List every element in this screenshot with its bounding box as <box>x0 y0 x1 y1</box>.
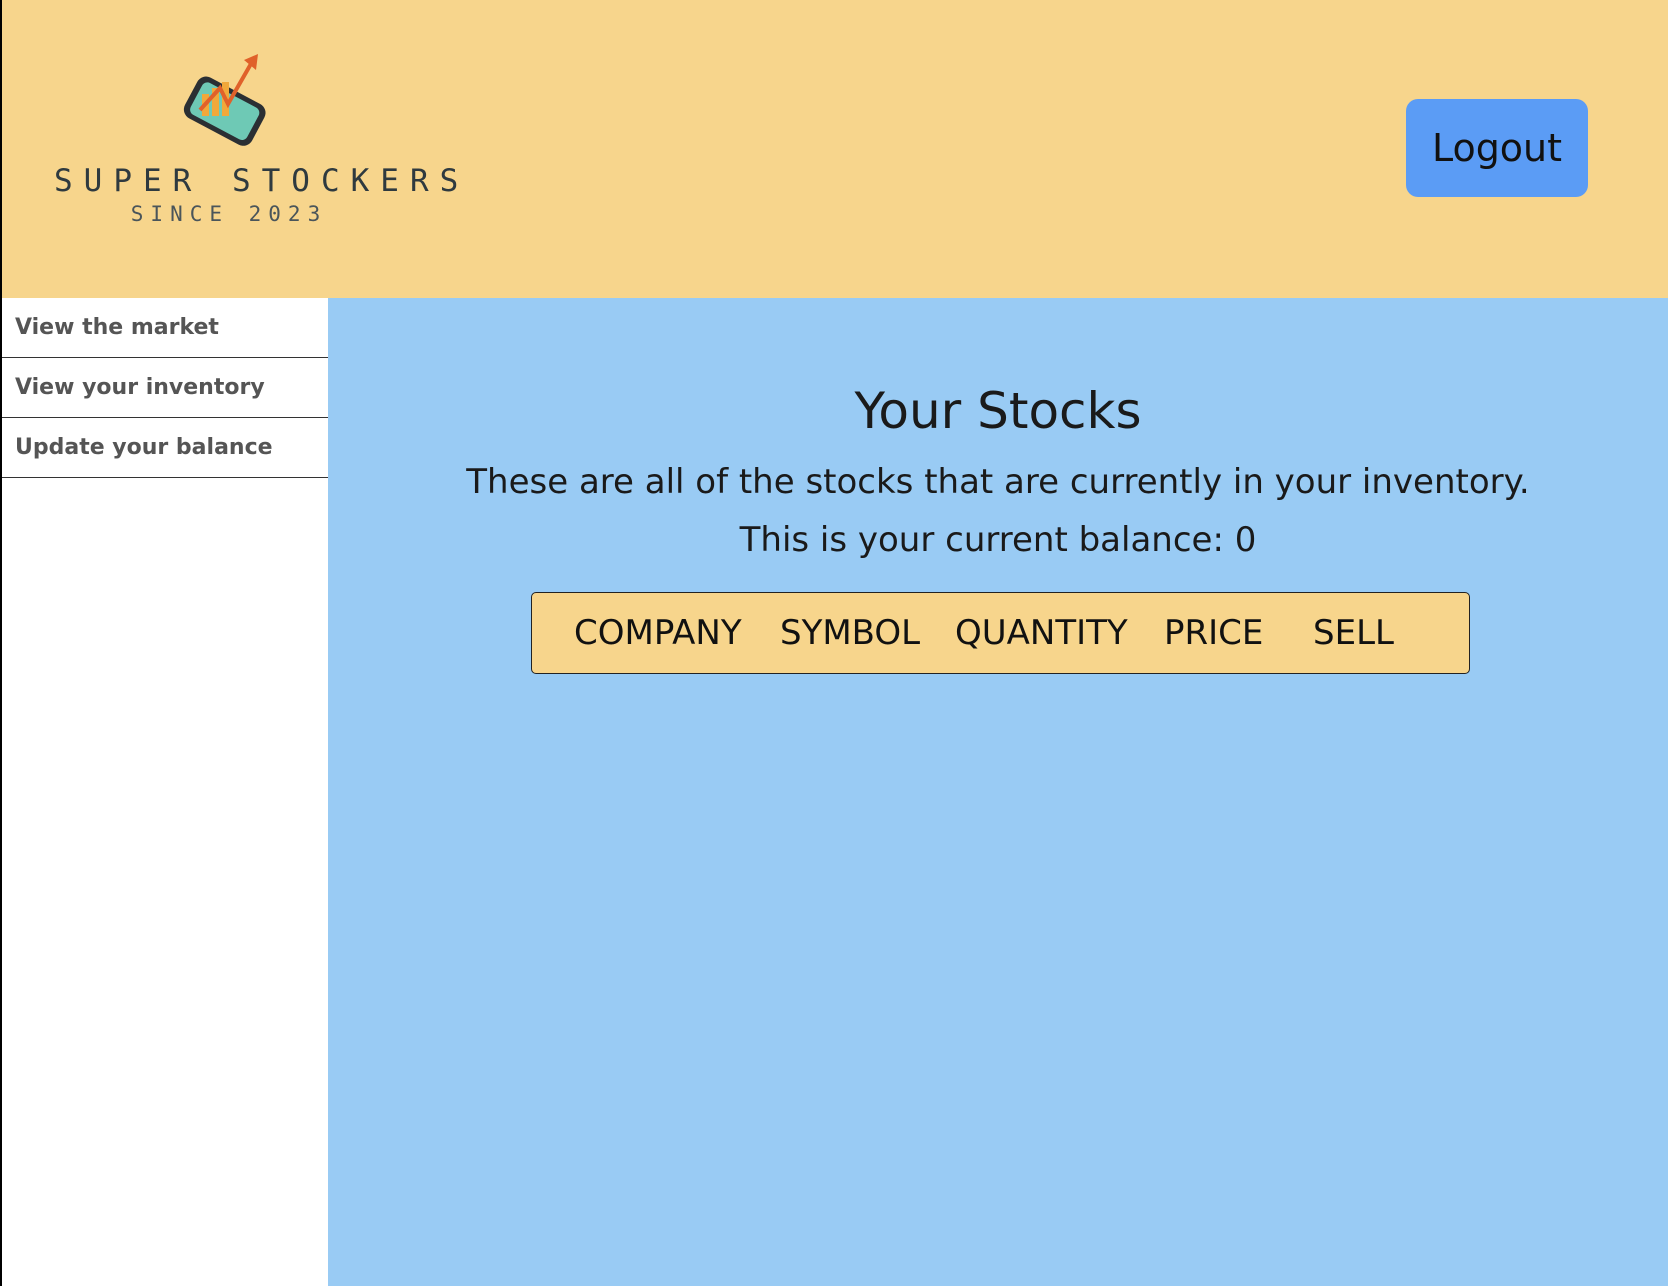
page: SUPER STOCKERS SINCE 2023 Logout View th… <box>0 0 1668 1286</box>
page-description: These are all of the stocks that are cur… <box>466 462 1530 502</box>
logo: SUPER STOCKERS SINCE 2023 <box>54 52 470 232</box>
logo-subtitle: SINCE 2023 <box>130 202 328 226</box>
sidebar-item-update-balance[interactable]: Update your balance <box>2 418 328 478</box>
page-title: Your Stocks <box>854 382 1142 440</box>
column-header-quantity: QUANTITY <box>955 613 1128 653</box>
column-header-sell: SELL <box>1313 613 1394 653</box>
sidebar-item-view-market[interactable]: View the market <box>2 298 328 358</box>
main-content: Your Stocks These are all of the stocks … <box>328 298 1668 1286</box>
balance-text: This is your current balance: 0 <box>739 520 1257 560</box>
column-header-symbol: SYMBOL <box>780 613 921 653</box>
column-header-price: PRICE <box>1164 613 1264 653</box>
sidebar-item-view-inventory[interactable]: View your inventory <box>2 358 328 418</box>
logo-title: SUPER STOCKERS <box>54 163 470 199</box>
logout-button[interactable]: Logout <box>1406 99 1588 197</box>
column-header-company: COMPANY <box>574 613 742 653</box>
header: SUPER STOCKERS SINCE 2023 Logout <box>2 0 1668 298</box>
phone-chart-arrow-icon <box>183 54 266 146</box>
sidebar: View the market View your inventory Upda… <box>2 298 328 1286</box>
stocks-table-header: COMPANY SYMBOL QUANTITY PRICE SELL <box>531 592 1470 674</box>
